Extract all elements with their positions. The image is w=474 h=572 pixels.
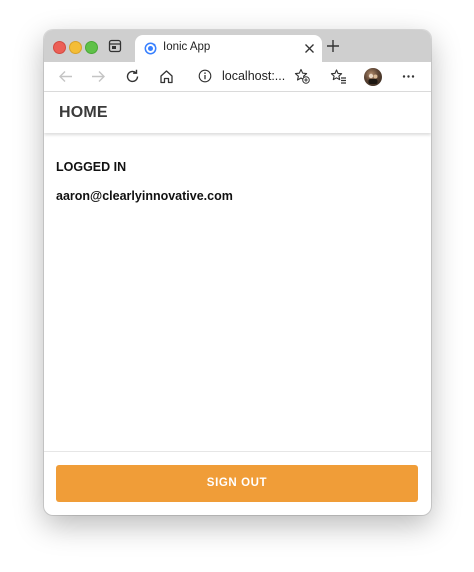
reload-icon[interactable] xyxy=(124,68,141,85)
tab-strip: Ionic App xyxy=(44,30,431,62)
close-tab-icon[interactable] xyxy=(304,43,315,54)
home-icon[interactable] xyxy=(158,68,175,85)
user-email: aaron@clearlyinnovative.com xyxy=(56,189,233,203)
browser-window: Ionic App localhost:... HOME LOGGED IN a… xyxy=(44,30,431,515)
sign-out-label: SIGN OUT xyxy=(206,477,268,489)
browser-toolbar: localhost:... xyxy=(44,62,431,92)
back-icon[interactable] xyxy=(57,68,74,85)
profile-photo-icon xyxy=(367,72,379,84)
zoom-window-button[interactable] xyxy=(85,41,98,54)
address-bar[interactable]: localhost:... xyxy=(190,64,316,88)
info-icon[interactable] xyxy=(198,69,212,83)
more-icon[interactable] xyxy=(400,68,417,85)
login-status: LOGGED IN xyxy=(56,160,127,174)
address-text[interactable]: localhost:... xyxy=(222,69,285,83)
minimize-window-button[interactable] xyxy=(69,41,82,54)
sign-out-button[interactable]: SIGN OUT xyxy=(56,465,418,502)
page-title: HOME xyxy=(59,104,108,121)
favorites-icon[interactable] xyxy=(330,68,347,85)
new-tab-icon[interactable] xyxy=(326,39,340,53)
page: Ionic App localhost:... HOME LOGGED IN a… xyxy=(0,0,474,572)
profile-avatar[interactable] xyxy=(364,68,382,86)
forward-icon[interactable] xyxy=(90,68,107,85)
app-header: HOME xyxy=(44,92,431,133)
add-favorite-icon[interactable] xyxy=(294,68,310,84)
ionic-icon xyxy=(144,42,157,55)
tab-actions-icon[interactable] xyxy=(108,39,122,53)
footer-divider xyxy=(44,451,431,452)
tab-title: Ionic App xyxy=(163,41,211,53)
close-window-button[interactable] xyxy=(53,41,66,54)
tab-ionic-app[interactable]: Ionic App xyxy=(135,35,322,62)
